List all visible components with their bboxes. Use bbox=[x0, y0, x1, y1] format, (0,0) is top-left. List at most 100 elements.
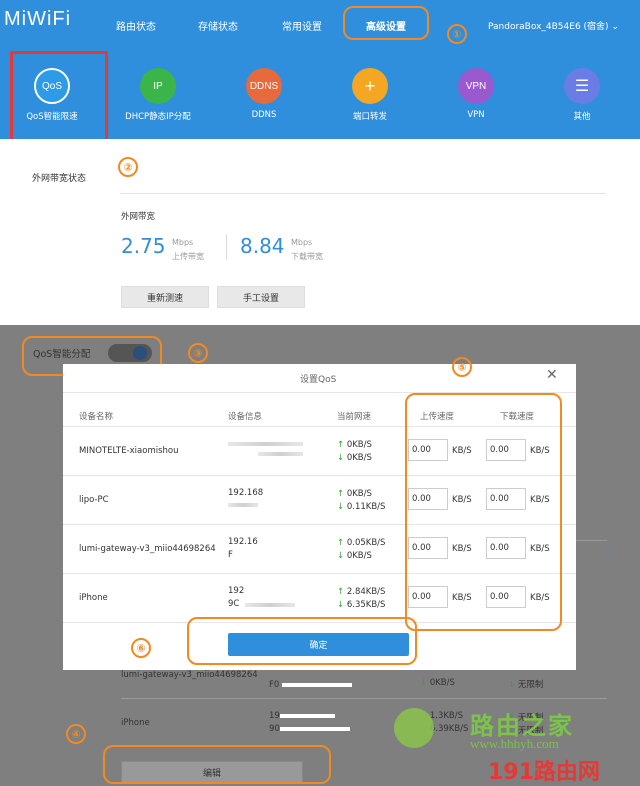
redaction bbox=[258, 452, 303, 456]
bg-device-name: iPhone bbox=[121, 718, 150, 728]
nav-common-settings[interactable]: 常用设置 bbox=[282, 18, 322, 33]
router-name[interactable]: PandoraBox_4B54E6 (宿舍) ⌄ bbox=[488, 19, 619, 32]
redaction bbox=[282, 683, 352, 687]
plus-icon[interactable]: + bbox=[352, 68, 388, 104]
annotation-3: ③ bbox=[188, 343, 208, 363]
current-down: ↓ 0.11KB/S bbox=[337, 502, 385, 512]
category-other-label: 其他 bbox=[573, 112, 591, 122]
logo: MiWiFi bbox=[4, 8, 72, 30]
category-qos-label: QoS智能限速 bbox=[26, 112, 78, 122]
down-arrow-icon: ↓ bbox=[337, 502, 347, 512]
annotation-box-4 bbox=[103, 745, 331, 784]
current-down-value: 0.11KB/S bbox=[346, 502, 386, 512]
up-arrow-icon: ↑ bbox=[337, 587, 347, 597]
divider bbox=[121, 698, 607, 699]
redacted-info bbox=[228, 503, 258, 507]
bandwidth-section-title: 外网带宽 bbox=[121, 212, 156, 222]
menu-icon[interactable]: ☰ bbox=[564, 68, 600, 104]
redaction bbox=[280, 714, 335, 718]
column-current-speed: 当前网速 bbox=[337, 412, 372, 422]
redacted-info bbox=[228, 442, 303, 446]
download-bandwidth-value: 8.84 bbox=[240, 234, 285, 258]
nav-router-status[interactable]: 路由状态 bbox=[116, 18, 156, 33]
bg-device-limit: ↓ 无限制 bbox=[508, 678, 543, 690]
watermark-logo bbox=[394, 708, 434, 748]
redacted-info bbox=[245, 603, 295, 607]
router-name-label: PandoraBox_4B54E6 (宿舍) bbox=[488, 22, 609, 32]
current-up: ↑ 0.05KB/S bbox=[337, 538, 385, 548]
vpn-icon[interactable]: VPN bbox=[458, 68, 494, 104]
current-down: ↓ 0KB/S bbox=[337, 551, 372, 561]
bg-device-info: F0 bbox=[269, 680, 280, 690]
current-down-value: 0KB/S bbox=[346, 453, 372, 463]
redaction bbox=[228, 503, 258, 507]
category-ddns-label: DDNS bbox=[251, 110, 277, 120]
column-device-name: 设备名称 bbox=[79, 412, 114, 422]
annotation-2: ② bbox=[118, 157, 138, 177]
qos-icon[interactable]: QoS bbox=[34, 68, 70, 104]
bg-device-down-label: 0KB/S bbox=[429, 678, 455, 688]
device-info: 192.16 bbox=[228, 537, 258, 547]
down-arrow-icon: ↓ bbox=[337, 600, 347, 610]
upload-label: 上传带宽 bbox=[172, 252, 204, 261]
current-up: ↑ 2.84KB/S bbox=[337, 587, 385, 597]
current-up-value: 0KB/S bbox=[346, 489, 372, 499]
device-info: 192 bbox=[228, 586, 245, 596]
device-name: iPhone bbox=[79, 593, 108, 603]
bg-device-down: ↓ 0KB/S bbox=[420, 678, 455, 688]
bandwidth-panel bbox=[0, 139, 640, 325]
divider bbox=[226, 234, 227, 260]
watermark-url: www.hhhyh.com bbox=[470, 736, 559, 751]
manual-setting-button[interactable]: 手工设置 bbox=[217, 286, 305, 308]
download-unit: Mbps bbox=[291, 238, 313, 247]
bg-device-info: 19 bbox=[269, 711, 280, 721]
watermark-191: 191路由网 bbox=[488, 760, 600, 785]
bg-device-name: lumi-gateway-v3_miio44698264 bbox=[121, 670, 258, 680]
device-info: 9C bbox=[228, 599, 240, 609]
upload-unit: Mbps bbox=[172, 238, 194, 247]
annotation-box-6 bbox=[187, 617, 417, 665]
ddns-icon[interactable]: DDNS bbox=[246, 68, 282, 104]
bg-device-info: 90 bbox=[269, 724, 280, 734]
redaction bbox=[228, 442, 303, 446]
device-name: lipo-PC bbox=[79, 495, 109, 505]
retest-button[interactable]: 重新测速 bbox=[121, 286, 209, 308]
down-arrow-icon: ↓ bbox=[508, 680, 518, 690]
bg-device-limit-label: 无限制 bbox=[517, 680, 544, 690]
down-arrow-icon: ↓ bbox=[337, 551, 347, 561]
modal-title: 设置QoS bbox=[300, 375, 337, 385]
current-up-value: 0.05KB/S bbox=[346, 538, 386, 548]
annotation-1: ① bbox=[447, 24, 467, 44]
current-down: ↓ 0KB/S bbox=[337, 453, 372, 463]
annotation-6: ⑥ bbox=[131, 638, 151, 658]
tab-bandwidth-status[interactable]: 外网带宽状态 bbox=[32, 171, 86, 184]
chevron-down-icon: ⌄ bbox=[611, 22, 619, 32]
divider bbox=[606, 548, 610, 549]
category-dhcp-label: DHCP静态IP分配 bbox=[125, 112, 191, 122]
column-device-info: 设备信息 bbox=[228, 412, 263, 422]
device-info: 192.168 bbox=[228, 488, 264, 498]
annotation-box-5 bbox=[405, 393, 562, 631]
redacted-info bbox=[258, 452, 303, 456]
current-up: ↑ 0KB/S bbox=[337, 440, 372, 450]
down-arrow-icon: ↓ bbox=[337, 453, 347, 463]
redaction bbox=[245, 603, 295, 607]
upload-bandwidth-value: 2.75 bbox=[121, 234, 166, 258]
close-icon[interactable]: ✕ bbox=[546, 367, 558, 383]
current-down-value: 6.35KB/S bbox=[346, 600, 386, 610]
nav-storage-status[interactable]: 存储状态 bbox=[198, 18, 238, 33]
divider bbox=[120, 193, 606, 194]
device-name: MINOTELTE-xiaomishou bbox=[79, 446, 179, 456]
device-info: F bbox=[228, 550, 233, 560]
bg-device-down-label: 6.39KB/S bbox=[429, 724, 469, 734]
up-arrow-icon: ↑ bbox=[337, 440, 347, 450]
current-up-value: 2.84KB/S bbox=[346, 587, 386, 597]
ip-icon[interactable]: IP bbox=[140, 68, 176, 104]
redaction bbox=[280, 727, 350, 731]
current-up: ↑ 0KB/S bbox=[337, 489, 372, 499]
current-down-value: 0KB/S bbox=[346, 551, 372, 561]
annotation-4: ④ bbox=[66, 724, 86, 744]
category-port-forward-label: 端口转发 bbox=[352, 112, 388, 122]
annotation-5: ⑤ bbox=[452, 357, 472, 377]
device-name: lumi-gateway-v3_miio44698264 bbox=[79, 544, 216, 554]
